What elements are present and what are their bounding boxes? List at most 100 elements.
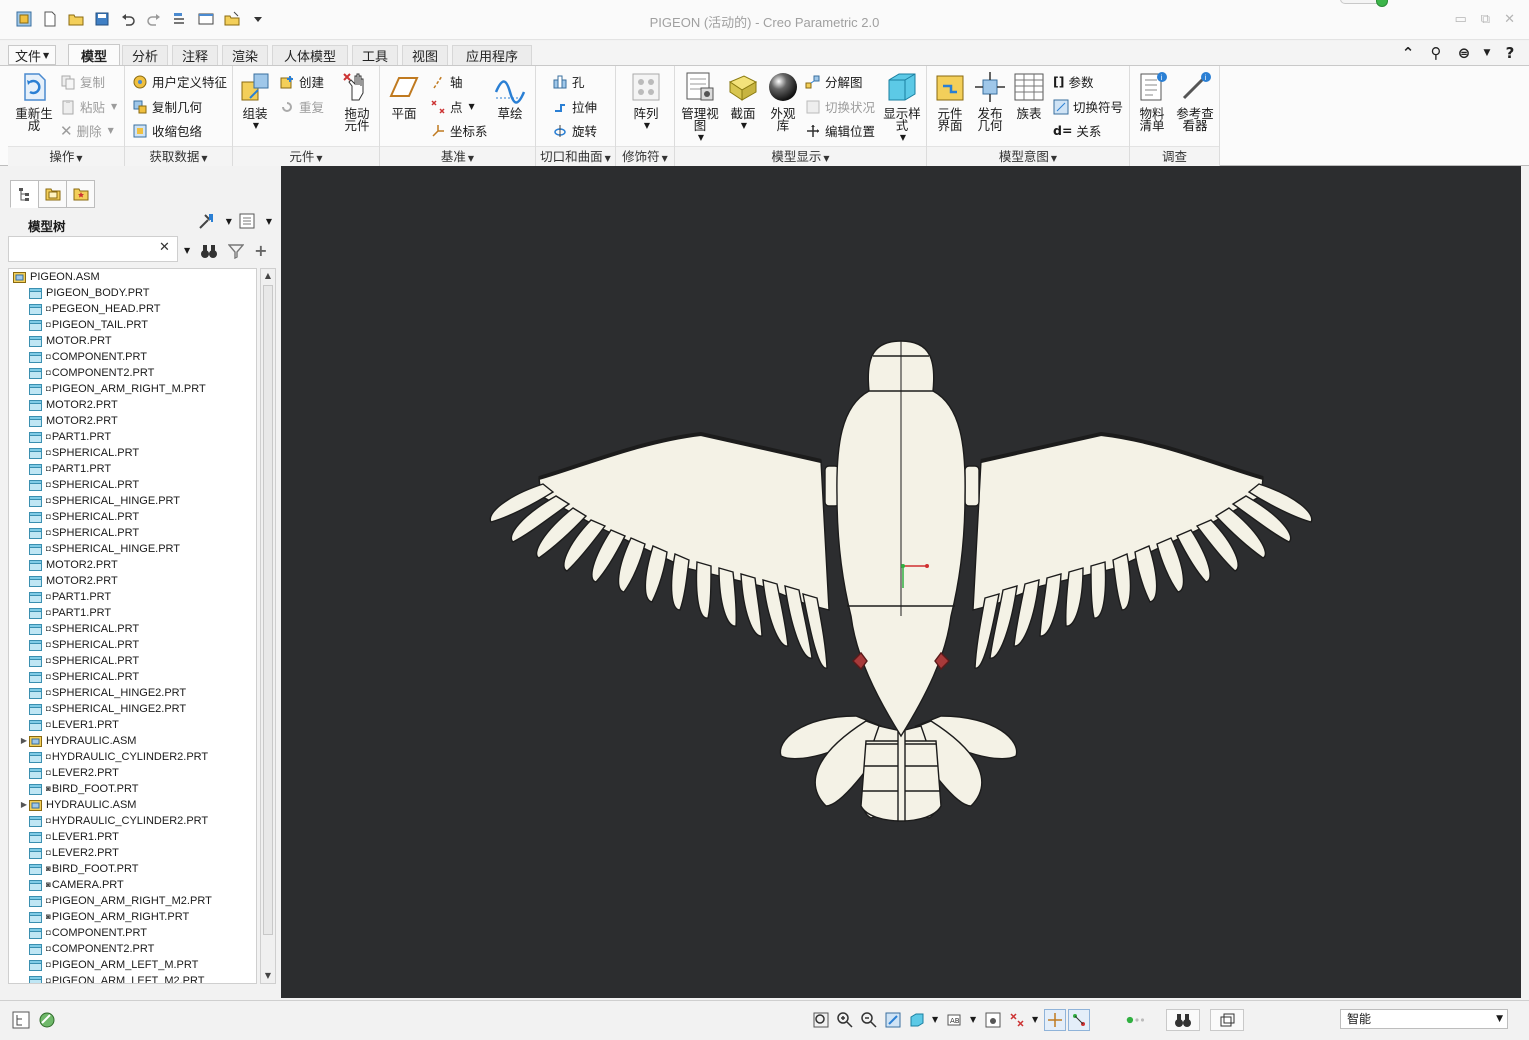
toggle-navigator-icon[interactable] bbox=[10, 1009, 32, 1031]
refit-icon[interactable] bbox=[810, 1009, 832, 1031]
tree-item[interactable]: ◘ PIGEON_ARM_LEFT_M.PRT bbox=[9, 957, 256, 973]
tab-model[interactable]: 模型 bbox=[68, 44, 120, 66]
tree-item[interactable]: ◘ LEVER1.PRT bbox=[9, 717, 256, 733]
tree-search-input[interactable]: ✕ bbox=[8, 236, 178, 262]
assemble-button[interactable]: 组装 ▼ bbox=[237, 70, 273, 132]
tree-item[interactable]: ◘ SPHERICAL_HINGE.PRT bbox=[9, 493, 256, 509]
chevron-down-icon[interactable]: ▼ bbox=[1483, 44, 1491, 62]
selection-filter-box-icon[interactable] bbox=[1210, 1009, 1244, 1031]
annotation-display-icon[interactable] bbox=[1068, 1009, 1090, 1031]
tree-item[interactable]: ◘ SPHERICAL.PRT bbox=[9, 637, 256, 653]
tree-item[interactable]: ◘ SPHERICAL.PRT bbox=[9, 525, 256, 541]
tree-item[interactable]: ◘ SPHERICAL.PRT bbox=[9, 621, 256, 637]
publish-geometry-button[interactable]: 发布几何 bbox=[971, 70, 1009, 132]
tree-item[interactable]: ▶ HYDRAULIC.ASM bbox=[9, 797, 256, 813]
plane-button[interactable]: 平面 bbox=[386, 70, 422, 120]
group-label-datum[interactable]: 基准 ▼ bbox=[380, 146, 535, 166]
tree-item[interactable]: ◘ HYDRAULIC_CYLINDER2.PRT bbox=[9, 813, 256, 829]
drag-components-button[interactable]: 拖动元件 bbox=[337, 70, 377, 132]
tree-item[interactable]: ◙ BIRD_FOOT.PRT bbox=[9, 781, 256, 797]
pigeon-model-render[interactable] bbox=[281, 166, 1521, 998]
copy-geometry-button[interactable]: 复制几何 bbox=[132, 97, 202, 116]
tree-item[interactable]: PIGEON.ASM bbox=[9, 269, 256, 285]
favorites-tab-icon[interactable] bbox=[66, 180, 95, 208]
find-icon[interactable] bbox=[1166, 1009, 1200, 1031]
tree-item[interactable]: ◘ PEGEON_HEAD.PRT bbox=[9, 301, 256, 317]
scroll-up-icon[interactable]: ▲ bbox=[261, 269, 275, 283]
group-label-operations[interactable]: 操作 ▼ bbox=[8, 146, 124, 166]
reference-viewer-button[interactable]: i 参考查看器 bbox=[1174, 70, 1216, 132]
shrinkwrap-button[interactable]: 收缩包络 bbox=[132, 121, 202, 140]
paste-button[interactable]: 粘贴 ▼ bbox=[60, 97, 117, 116]
tab-render[interactable]: 渲染 bbox=[222, 45, 268, 65]
tree-item[interactable]: ◘ PART1.PRT bbox=[9, 429, 256, 445]
tree-item[interactable]: ◘ LEVER2.PRT bbox=[9, 845, 256, 861]
sketch-button[interactable]: 草绘 bbox=[492, 70, 528, 120]
tree-item[interactable]: ◘ PART1.PRT bbox=[9, 589, 256, 605]
spin-center-icon[interactable] bbox=[1044, 1009, 1066, 1031]
create-button[interactable]: 创建 bbox=[279, 72, 324, 91]
revolve-button[interactable]: 旋转 bbox=[552, 121, 597, 140]
tree-item[interactable]: ◘ PIGEON_ARM_LEFT_M2.PRT bbox=[9, 973, 256, 983]
manage-views-button[interactable]: 管理视图 ▼ bbox=[679, 70, 721, 144]
folder-browser-tab-icon[interactable] bbox=[38, 180, 67, 208]
tree-item[interactable]: ◘ PIGEON_ARM_RIGHT_M2.PRT bbox=[9, 893, 256, 909]
tab-view[interactable]: 视图 bbox=[402, 45, 448, 65]
tree-item[interactable]: ◘ SPHERICAL_HINGE.PRT bbox=[9, 541, 256, 557]
close-button[interactable]: ✕ bbox=[1504, 12, 1515, 27]
group-label-modifiers[interactable]: 修饰符 ▼ bbox=[616, 146, 674, 166]
tree-item[interactable]: MOTOR2.PRT bbox=[9, 573, 256, 589]
tree-item[interactable]: ◘ PART1.PRT bbox=[9, 605, 256, 621]
section-button[interactable]: 截面 ▼ bbox=[725, 70, 761, 132]
scroll-down-icon[interactable]: ▼ bbox=[261, 969, 275, 983]
expand-arrow-icon[interactable]: ▶ bbox=[19, 797, 29, 813]
tree-item[interactable]: MOTOR2.PRT bbox=[9, 413, 256, 429]
edit-position-button[interactable]: 编辑位置 bbox=[805, 121, 875, 140]
graphics-window[interactable] bbox=[281, 166, 1521, 998]
exploded-view-button[interactable]: 分解图 bbox=[805, 72, 863, 91]
repeat-button[interactable]: 重复 bbox=[279, 97, 324, 116]
pattern-button[interactable]: 阵列 ▼ bbox=[626, 70, 666, 132]
tree-item[interactable]: ◘ COMPONENT2.PRT bbox=[9, 941, 256, 957]
tab-applications[interactable]: 应用程序 bbox=[452, 45, 532, 65]
tree-item[interactable]: ◘ PART1.PRT bbox=[9, 461, 256, 477]
repaint-icon[interactable] bbox=[882, 1009, 904, 1031]
udf-button[interactable]: 用户定义特征 bbox=[132, 72, 227, 91]
copy-button[interactable]: 复制 bbox=[60, 72, 105, 91]
add-column-icon[interactable]: + bbox=[254, 241, 267, 260]
tree-item[interactable]: ◘ SPHERICAL_HINGE2.PRT bbox=[9, 685, 256, 701]
datum-display-dropdown-icon[interactable]: ▼ bbox=[1032, 1015, 1038, 1024]
restore-button[interactable]: ⧉ bbox=[1481, 12, 1490, 27]
zoom-in-icon[interactable] bbox=[834, 1009, 856, 1031]
group-label-model-display[interactable]: 模型显示 ▼ bbox=[675, 146, 926, 166]
minimize-button[interactable]: ▭ bbox=[1455, 12, 1467, 27]
axis-button[interactable]: 轴 bbox=[430, 72, 463, 91]
clear-search-icon[interactable]: ✕ bbox=[159, 240, 170, 255]
group-label-cut-surface[interactable]: 切口和曲面 ▼ bbox=[536, 146, 615, 166]
parameters-button[interactable]: [] 参数 bbox=[1053, 72, 1093, 91]
tree-item[interactable]: ◘ SPHERICAL.PRT bbox=[9, 509, 256, 525]
tab-analysis[interactable]: 分析 bbox=[122, 45, 168, 65]
settings-icon[interactable] bbox=[196, 212, 218, 230]
model-tree-tab-icon[interactable] bbox=[10, 180, 39, 208]
tree-item[interactable]: ◘ COMPONENT.PRT bbox=[9, 349, 256, 365]
search-icon[interactable]: ⚲ bbox=[1427, 44, 1445, 62]
zoom-out-icon[interactable] bbox=[858, 1009, 880, 1031]
search-history-dropdown-icon[interactable]: ▼ bbox=[184, 246, 190, 255]
tree-item[interactable]: ◘ COMPONENT2.PRT bbox=[9, 365, 256, 381]
appearance-gallery-button[interactable]: 外观库 bbox=[765, 70, 801, 132]
settings-dropdown-icon[interactable]: ▼ bbox=[226, 217, 232, 226]
group-label-component[interactable]: 元件 ▼ bbox=[233, 146, 379, 166]
tree-item[interactable]: ◘ SPHERICAL.PRT bbox=[9, 669, 256, 685]
tree-item[interactable]: ◘ SPHERICAL.PRT bbox=[9, 445, 256, 461]
filter-icon[interactable] bbox=[228, 243, 245, 259]
tree-item[interactable]: ◘ SPHERICAL.PRT bbox=[9, 653, 256, 669]
tree-item[interactable]: ◘ HYDRAULIC_CYLINDER2.PRT bbox=[9, 749, 256, 765]
help-icon[interactable]: ? bbox=[1501, 44, 1519, 62]
tree-item[interactable]: ▶ HYDRAULIC.ASM bbox=[9, 733, 256, 749]
tree-item[interactable]: ◘ LEVER2.PRT bbox=[9, 765, 256, 781]
toggle-symbols-button[interactable]: 切换符号 bbox=[1053, 97, 1123, 116]
display-style-small-icon[interactable] bbox=[906, 1009, 928, 1031]
csys-button[interactable]: 坐标系 bbox=[430, 121, 488, 140]
tree-item[interactable]: ◘ PIGEON_ARM_RIGHT_M.PRT bbox=[9, 381, 256, 397]
